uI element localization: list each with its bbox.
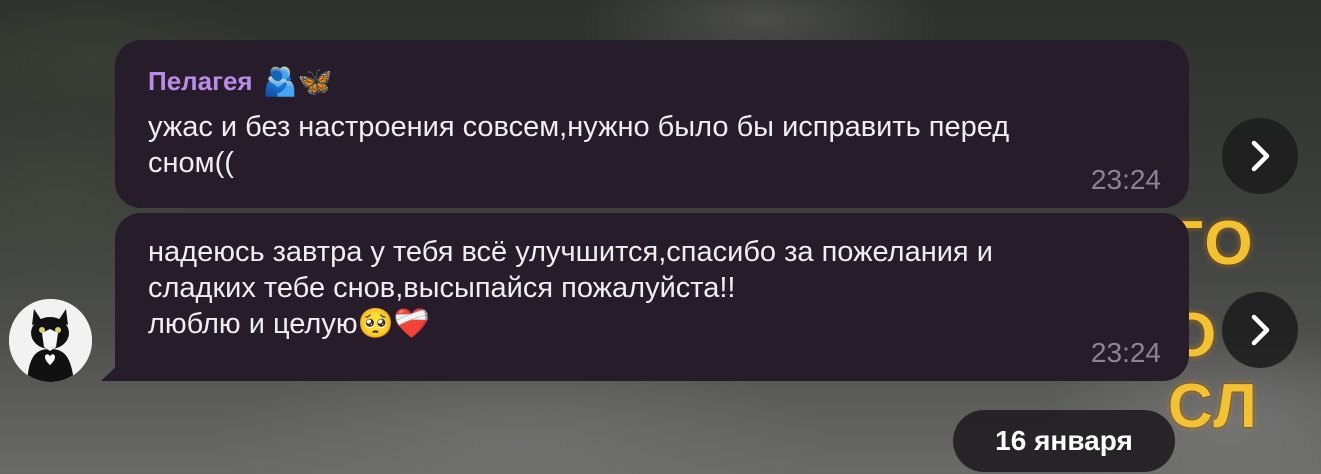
- cat-avatar[interactable]: [9, 299, 92, 382]
- sender-name-row[interactable]: Пелагея 🫂🦋: [148, 66, 332, 97]
- forward-button[interactable]: [1222, 292, 1298, 368]
- message-emoji: 🥺❤️‍🩹: [357, 308, 430, 340]
- message-time: 23:24: [1090, 164, 1161, 195]
- message-text: надеюсь завтра у тебя всё улучшится,спас…: [148, 234, 1168, 342]
- forward-button[interactable]: [1222, 118, 1298, 194]
- message-bubble[interactable]: надеюсь завтра у тебя всё улучшится,спас…: [115, 213, 1189, 381]
- message-text: ужас и без настроения совсем,нужно было …: [148, 111, 1010, 179]
- chevron-right-icon: [1251, 314, 1270, 346]
- message-time: 23:24: [1090, 337, 1161, 368]
- cat-avatar-image: [9, 299, 92, 382]
- sender-emoji-status: 🫂🦋: [262, 65, 333, 97]
- chevron-right-icon: [1251, 140, 1270, 172]
- message-bubble[interactable]: Пелагея 🫂🦋 ужас и без настроения совсем,…: [115, 40, 1189, 208]
- message-text-body: надеюсь завтра у тебя всё улучшится,спас…: [148, 236, 993, 340]
- date-separator[interactable]: 16 января: [953, 410, 1175, 472]
- sender-name[interactable]: Пелагея: [148, 66, 253, 97]
